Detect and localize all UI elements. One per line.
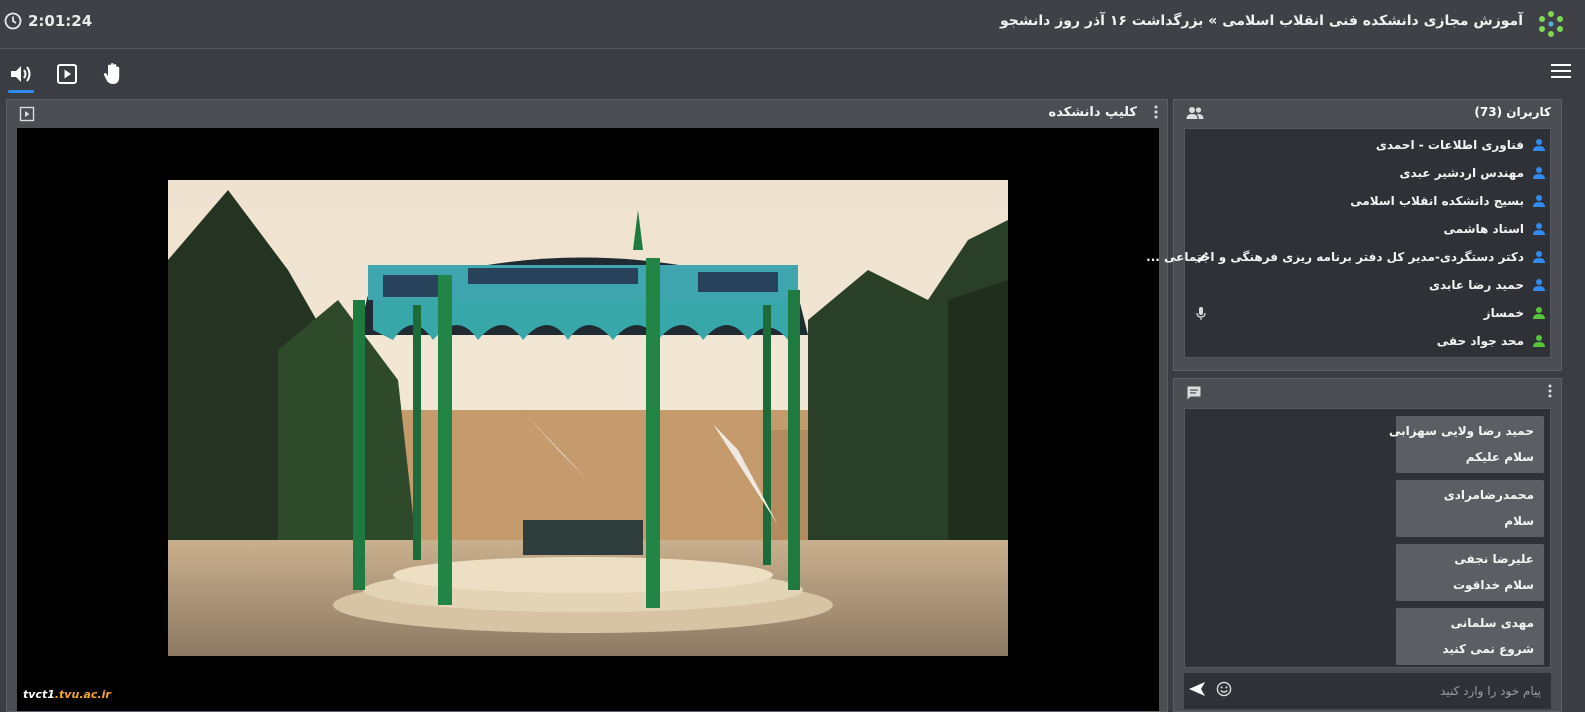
user-name: بسیج دانشکده انقلاب اسلامی [1350,194,1524,208]
message-author: مهدی سلمانی [1450,616,1534,630]
chat-message-input[interactable] [1244,679,1543,703]
present-button[interactable] [54,61,80,87]
user-name: مهندس اردشیر عبدی [1399,166,1524,180]
chat-bubble-icon [1187,386,1201,400]
user-name: محد جواد حقی [1436,334,1524,348]
users-title: کاربران (73) [1474,105,1551,119]
hamburger-menu-icon [1551,64,1571,78]
message-author: علیرضا نجفی [1454,552,1534,566]
watermark: tvct1.tvu.ac.ir [23,688,111,701]
presentation-header: کلیپ دانشکده [7,100,1167,128]
emoji-button[interactable] [1216,681,1232,701]
chat-message: علیرضا نجفی سلام خداقوت [1396,544,1544,601]
audio-button[interactable] [8,61,34,93]
play-square-icon [57,64,77,84]
user-icon [1533,167,1545,179]
message-author: حمید رضا ولایی سهزابی [1388,424,1534,438]
message-text: سلام علیکم [1465,450,1534,464]
users-group-icon [1186,107,1204,119]
user-item[interactable]: حمید رضا عابدی [1185,272,1550,299]
chat-message: محمدرضامرادی سلام [1396,480,1544,537]
presentation-more-button[interactable] [1153,104,1159,124]
user-item[interactable]: دکتر دستگردی-مدیر کل دفتر برنامه ریزی فر… [1146,244,1550,271]
message-text: سلام [1504,514,1534,528]
microphone-icon [1196,307,1206,320]
user-item[interactable]: استاد هاشمی [1185,216,1550,243]
user-icon [1533,279,1545,291]
user-name: دکتر دستگردی-مدیر کل دفتر برنامه ریزی فر… [1146,250,1524,264]
user-icon [1533,139,1545,151]
user-name: خمساز [1483,306,1524,320]
presentation-panel: کلیپ دانشکده tvct1.tvu.ac.ir [6,99,1168,712]
user-name: استاد هاشمی [1443,222,1524,236]
smiley-icon [1216,681,1232,697]
video-window-icon[interactable] [19,106,35,122]
users-panel: کاربران (73) فناوری اطلاعات - احمدی مهند… [1146,99,1562,371]
university-logo-icon [1535,8,1567,40]
user-name: فناوری اطلاعات - احمدی [1375,138,1524,152]
send-arrow-icon [1189,682,1205,696]
message-text: سلام خداقوت [1452,578,1534,592]
user-icon [1533,195,1545,207]
presentation-title: کلیپ دانشکده [1048,105,1137,120]
chat-more-button[interactable] [1547,383,1553,403]
chat-panel: حمید رضا ولایی سهزابی سلام علیکم محمدرضا… [1173,378,1562,712]
chat-message: مهدی سلمانی شروع نمی کنید [1396,608,1544,665]
message-author: محمدرضامرادی [1443,488,1534,502]
kebab-menu-icon [1154,105,1158,119]
options-menu-button[interactable] [1551,63,1571,83]
chat-message: حمید رضا ولایی سهزابی سلام علیکم [1389,416,1544,473]
user-icon [1533,223,1545,235]
kebab-menu-icon [1548,384,1552,398]
raise-hand-button[interactable] [100,61,126,87]
user-name: حمید رضا عابدی [1428,278,1524,292]
meeting-title: آموزش مجازی دانشکده فنی انقلاب اسلامی » … [999,13,1523,29]
user-item[interactable]: فناوری اطلاعات - احمدی [1185,132,1550,159]
user-item[interactable]: محد جواد حقی [1185,328,1550,355]
user-icon [1533,251,1545,263]
users-list: فناوری اطلاعات - احمدی مهندس اردشیر عبدی… [1146,128,1551,358]
top-bar: 2:01:24 آموزش مجازی دانشکده فنی انقلاب ا… [0,0,1585,49]
video-frame-image [168,180,1008,656]
video-screen[interactable]: tvct1.tvu.ac.ir [17,128,1159,711]
watermark-domain: .tvu.ac.ir [54,688,111,701]
chat-header [1174,379,1561,407]
user-item[interactable]: خمساز [1185,300,1550,327]
users-header: کاربران (73) [1174,100,1561,126]
session-time: 2:01:24 [28,12,93,30]
chat-messages: حمید رضا ولایی سهزابی سلام علیکم محمدرضا… [1184,408,1551,668]
session-clock: 2:01:24 [4,12,92,30]
chat-input-bar [1184,673,1551,709]
speaker-icon [11,66,31,82]
message-text: شروع نمی کنید [1442,642,1534,656]
user-icon [1533,335,1545,347]
clock-icon [4,12,22,30]
user-item[interactable]: مهندس اردشیر عبدی [1185,160,1550,187]
toolbar [0,49,1585,97]
hand-icon [103,63,120,84]
send-message-button[interactable] [1188,681,1206,701]
watermark-main: tvct1 [23,688,55,701]
user-item[interactable]: بسیج دانشکده انقلاب اسلامی [1185,188,1550,215]
user-icon [1533,307,1545,319]
